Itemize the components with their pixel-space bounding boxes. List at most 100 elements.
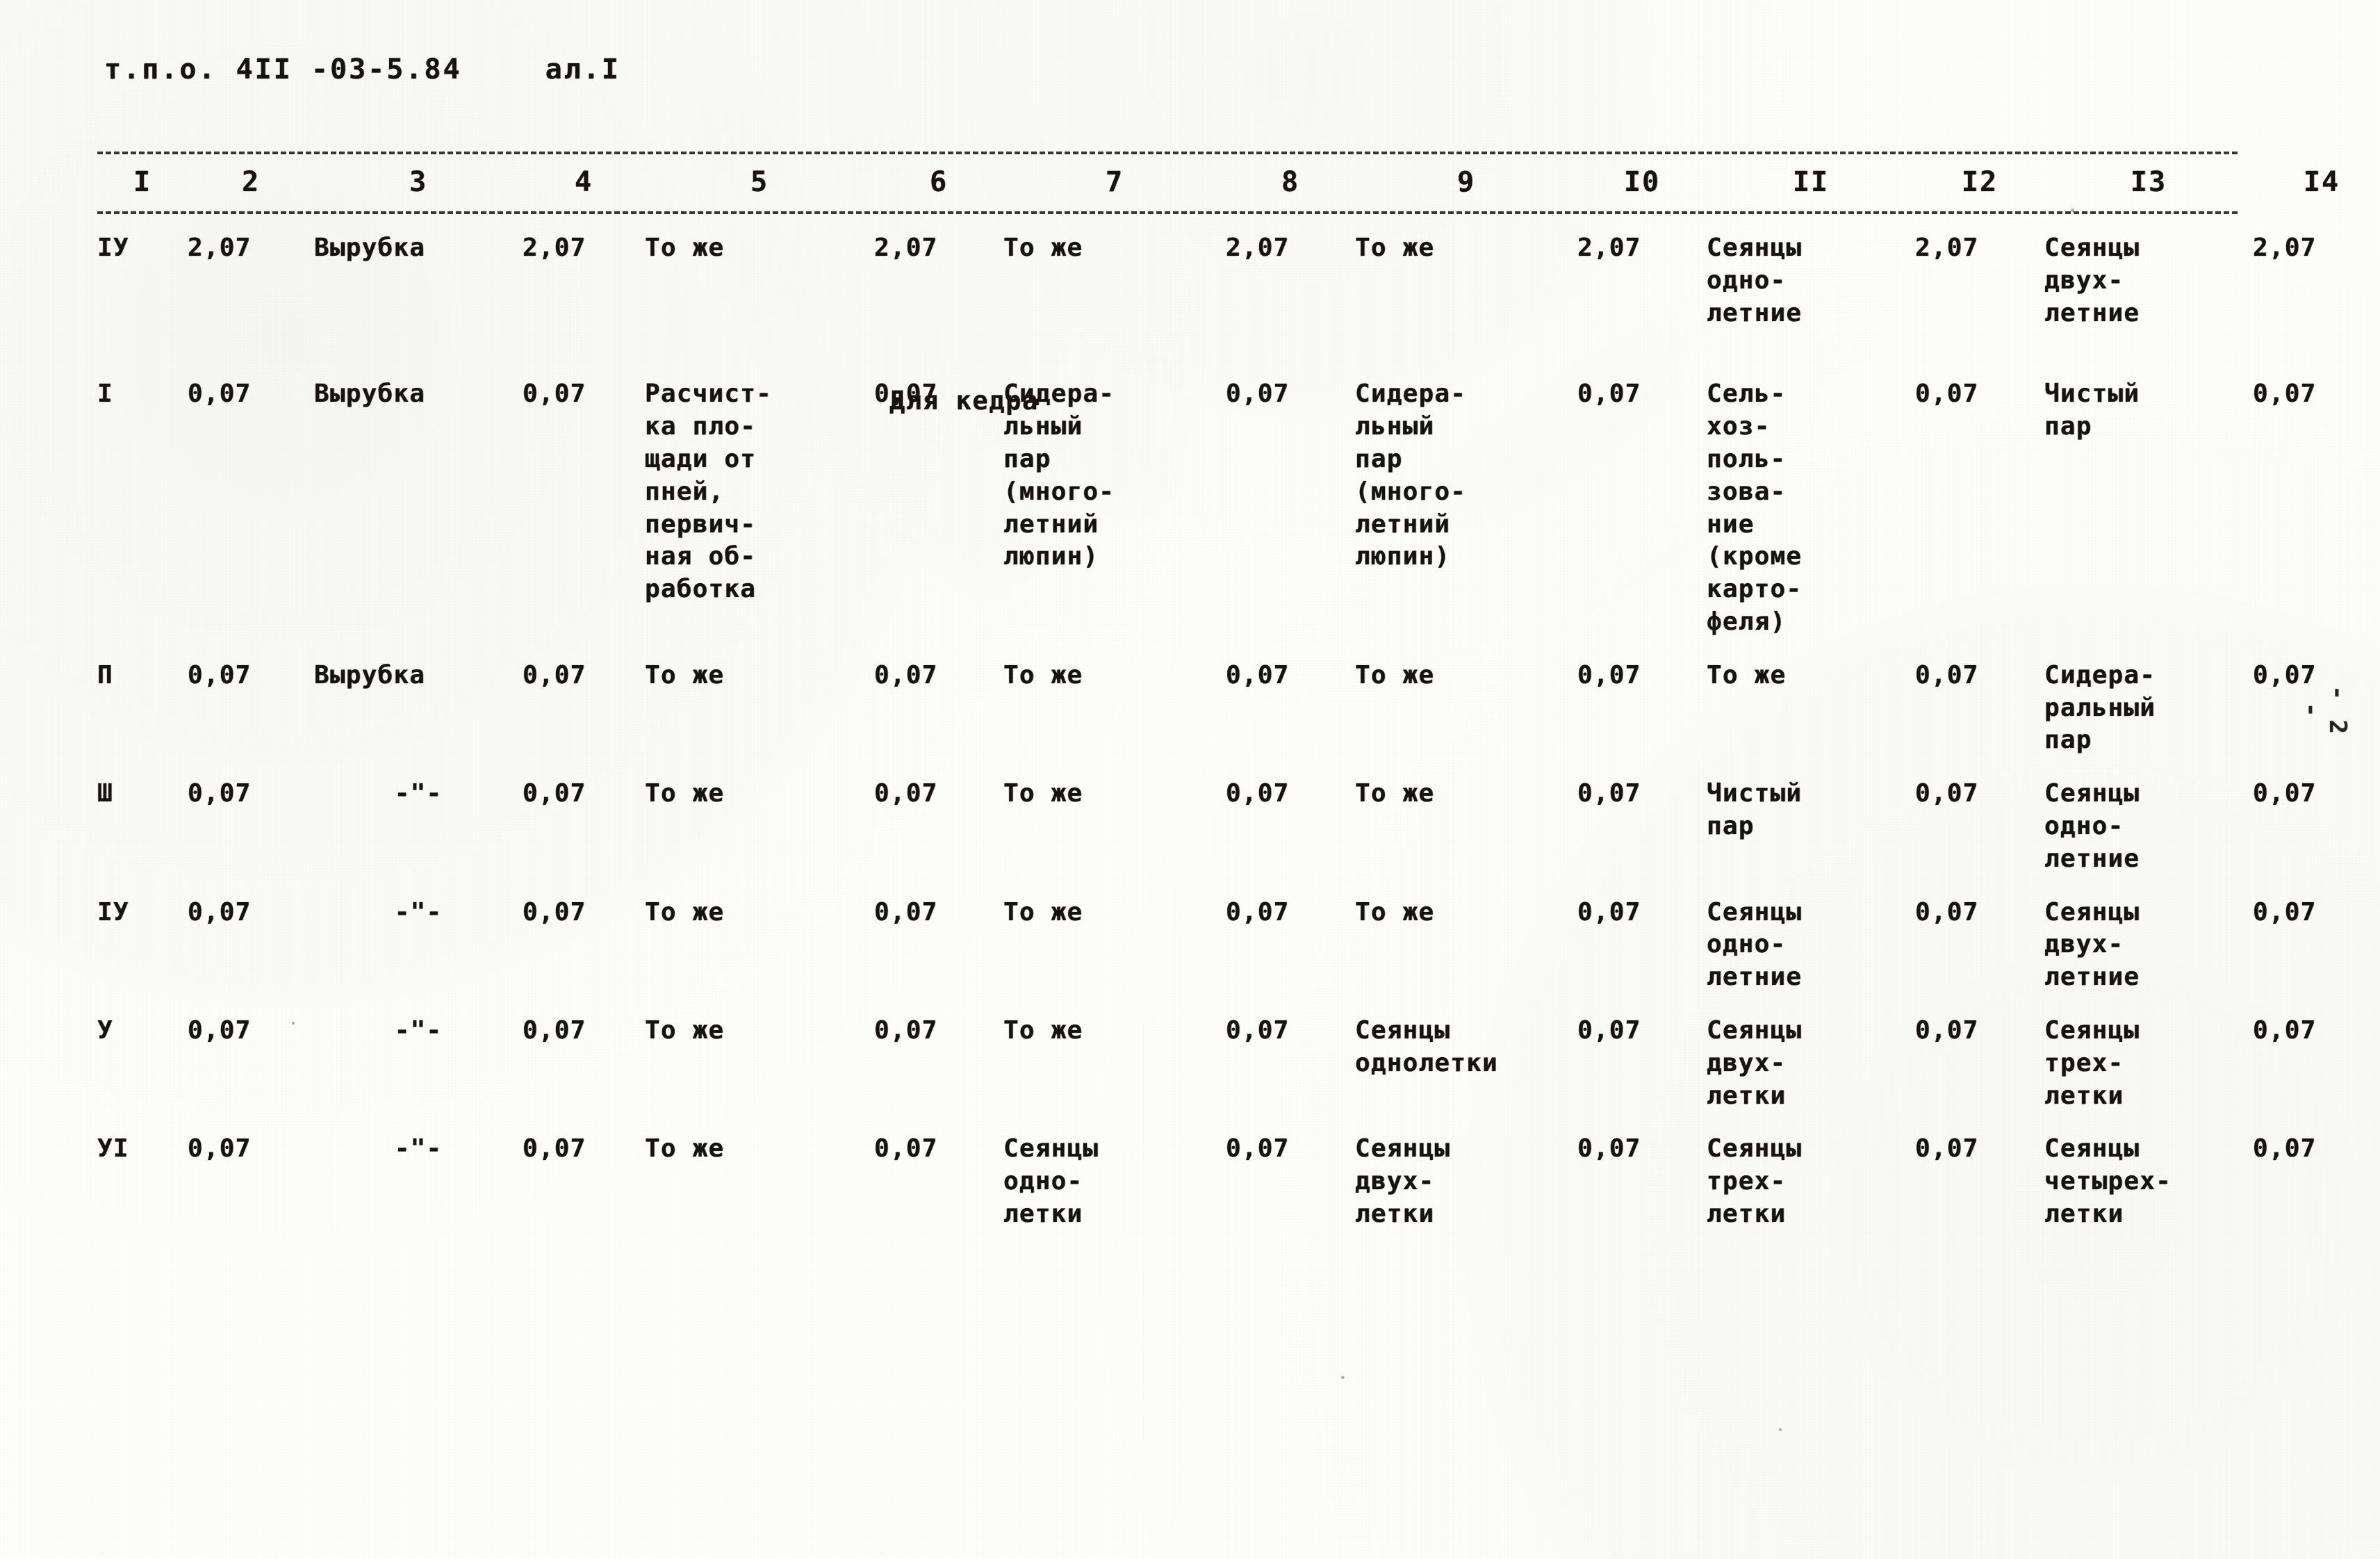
table-row: У 0,07 -"- 0,07 То же 0,07 То же 0,07 Се…	[97, 997, 2380, 1115]
document-code: т.п.о. 4II -03-5.84	[104, 54, 462, 85]
cell-value-4: 2,07	[523, 234, 586, 262]
cell-value-6: 0,07	[874, 897, 938, 927]
cell-value-8: 0,07	[1226, 379, 1290, 409]
cell-text-11: Сеянцы трех- летки	[1707, 1134, 1803, 1228]
table-row: Ш 0,07 -"- 0,07 То же 0,07 То же 0,07 То…	[97, 760, 2380, 878]
cell-text-9: То же	[1355, 897, 1435, 927]
cell-text-9: Сеянцы однолетки	[1355, 1015, 1498, 1077]
cell-value-6: 2,07	[874, 234, 938, 262]
cell-value-14: 2,07	[2253, 234, 2317, 262]
cell-value-2: 2,07	[188, 234, 252, 262]
document-sheet-label: ал.I	[545, 54, 621, 85]
cell-value-10: 0,07	[1577, 1015, 1641, 1045]
column-number-9: 9	[1456, 166, 1476, 198]
cell-text-11: Сель- хоз- поль- зова- ние (кроме карто-…	[1707, 379, 1803, 636]
cell-text-13: Чистый пар	[2044, 379, 2140, 441]
cell-value-2: 0,07	[188, 897, 252, 927]
cell-value-10: 0,07	[1577, 660, 1641, 689]
cell-stage: I	[97, 379, 113, 409]
cell-value-10: 2,07	[1577, 234, 1641, 262]
cell-value-12: 0,07	[1915, 379, 1979, 409]
cell-text-11: Сеянцы одно- летние	[1707, 897, 1803, 992]
cell-value-14: 0,07	[2253, 1134, 2317, 1164]
cell-value-12: 2,07	[1915, 234, 1979, 262]
data-table: I 2 3 4 5 6 7 8 9 I0 II I2 I3 I4	[97, 154, 2380, 211]
column-number-2: 2	[241, 166, 261, 198]
cell-value-12: 0,07	[1915, 1015, 1979, 1045]
cell-text-9: То же	[1355, 234, 1435, 262]
cell-value-2: 0,07	[188, 1015, 252, 1045]
cell-text-13: Сеянцы двух- летние	[2044, 897, 2140, 992]
cell-value-2: 0,07	[188, 660, 252, 689]
cell-text-3: Вырубка	[314, 660, 426, 689]
cell-value-6: 0,07	[874, 1015, 938, 1045]
cell-value-14: 0,07	[2253, 779, 2317, 808]
document-header: т.п.о. 4II -03-5.84 ал.I	[104, 54, 621, 85]
cell-value-12: 0,07	[1915, 897, 1979, 927]
cell-value-4: 0,07	[523, 897, 586, 927]
data-table-body: IУ 2,07 Вырубка 2,07 То же 2,07 То же 2,…	[97, 214, 2380, 1234]
cell-text-13: Сеянцы трех- летки	[2044, 1015, 2140, 1110]
column-number-14: I4	[2303, 166, 2340, 198]
table-row: I 0,07 Вырубка 0,07 Расчист- ка пло- щад…	[97, 360, 2380, 641]
scan-speckle	[1341, 1376, 1345, 1379]
cell-value-12: 0,07	[1915, 660, 1979, 689]
cell-value-2: 0,07	[188, 779, 252, 808]
cell-value-14: 0,07	[2253, 379, 2317, 409]
cell-value-12: 0,07	[1915, 779, 1979, 808]
column-number-12: I2	[1961, 166, 1999, 198]
column-number-11: II	[1792, 166, 1830, 198]
table-row: IУ 0,07 -"- 0,07 То же 0,07 То же 0,07 Т…	[97, 879, 2380, 997]
table-header-rule	[97, 211, 2238, 214]
cell-value-14: 0,07	[2253, 897, 2317, 927]
scanned-page: т.п.о. 4II -03-5.84 ал.I I 2 3 4 5 6 7 8 …	[0, 0, 2380, 1559]
cell-value-6: 0,07	[874, 660, 938, 689]
scan-speckle	[1779, 1428, 1782, 1431]
cell-text-11: Сеянцы двух- летки	[1707, 1015, 1803, 1110]
cell-text-5: То же	[645, 1015, 725, 1045]
cell-text-7: То же	[1003, 897, 1083, 927]
cell-ditto-3: -"-	[394, 897, 443, 927]
cell-value-10: 0,07	[1577, 897, 1641, 927]
cell-text-7: То же	[1003, 779, 1083, 808]
row-spacer-cell	[97, 332, 2380, 360]
cell-text-13: Сидера- ральный пар	[2044, 660, 2156, 755]
section-caption-dlya-kedra: Для кедра	[889, 386, 1039, 416]
cell-text-7: То же	[1003, 1015, 1083, 1045]
cell-value-6: 0,07	[874, 779, 938, 808]
column-number-6: 6	[929, 166, 949, 198]
cell-value-14: 0,07	[2253, 1015, 2317, 1045]
cell-text-9: То же	[1355, 660, 1435, 689]
column-number-13: I3	[2130, 166, 2167, 198]
cell-stage: IУ	[97, 897, 129, 927]
cell-stage: IУ	[97, 234, 129, 262]
cell-value-8: 0,07	[1226, 660, 1290, 689]
column-number-3: 3	[409, 166, 428, 198]
cell-text-13: Сеянцы четырех- летки	[2044, 1134, 2172, 1228]
column-number-row: I 2 3 4 5 6 7 8 9 I0 II I2 I3 I4	[97, 154, 2380, 211]
cell-text-5: То же	[645, 234, 725, 262]
cell-value-4: 0,07	[523, 1015, 586, 1045]
cell-text-11: Чистый пар	[1707, 779, 1803, 840]
table-row: IУ 2,07 Вырубка 2,07 То же 2,07 То же 2,…	[97, 214, 2380, 332]
table-block: I 2 3 4 5 6 7 8 9 I0 II I2 I3 I4 IУ 2,07…	[97, 152, 2338, 1234]
cell-text-7: То же	[1003, 234, 1083, 262]
column-number-7: 7	[1105, 166, 1124, 198]
cell-value-4: 0,07	[523, 379, 586, 409]
cell-value-4: 0,07	[523, 1134, 586, 1164]
cell-value-4: 0,07	[523, 779, 586, 808]
cell-value-6: 0,07	[874, 1134, 938, 1164]
cell-value-8: 0,07	[1226, 1134, 1290, 1164]
column-number-1: I	[133, 166, 152, 198]
column-number-5: 5	[750, 166, 769, 198]
column-number-4: 4	[574, 166, 593, 198]
cell-ditto-3: -"-	[394, 1134, 443, 1164]
cell-text-9: То же	[1355, 779, 1435, 808]
cell-text-7: Сеянцы одно- летки	[1003, 1134, 1099, 1228]
cell-text-5: То же	[645, 660, 725, 689]
cell-value-2: 0,07	[188, 379, 252, 409]
cell-text-7: То же	[1003, 660, 1083, 689]
cell-stage: У	[97, 1015, 113, 1045]
table-row: УI 0,07 -"- 0,07 То же 0,07 Сеянцы одно-…	[97, 1115, 2380, 1233]
page-number-marker: - 2 -	[2297, 685, 2352, 737]
